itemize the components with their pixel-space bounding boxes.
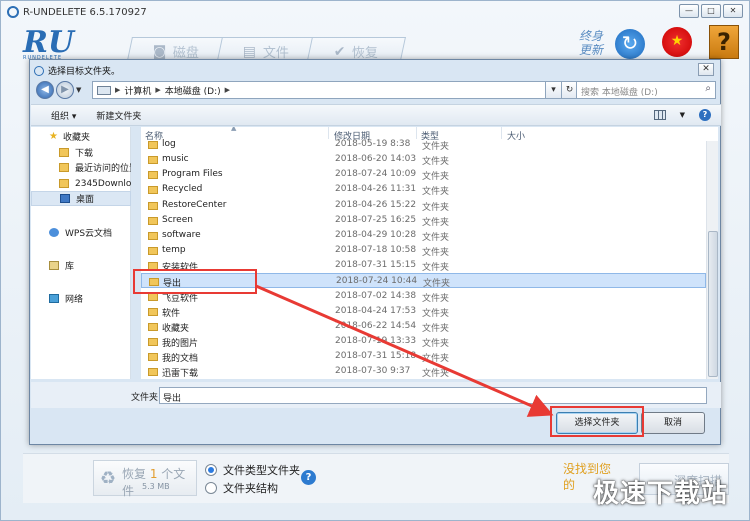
arrow-line (255, 284, 554, 417)
annotation-arrow (255, 284, 554, 417)
